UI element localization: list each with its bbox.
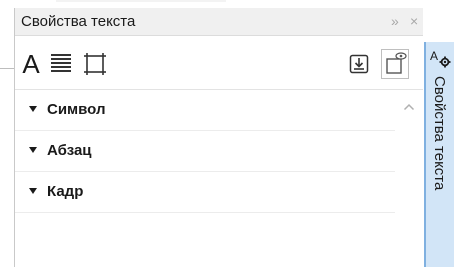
chevron-down-icon [29, 106, 37, 112]
paragraph-icon-graphic [51, 54, 71, 72]
background-edge [56, 0, 226, 2]
chevron-down-icon [29, 147, 37, 153]
svg-text:A: A [430, 49, 438, 63]
paragraph-icon[interactable] [49, 52, 73, 79]
chevron-up-icon-graphic [403, 103, 415, 111]
import-icon[interactable] [349, 54, 369, 79]
frame-icon-graphic [84, 53, 106, 75]
section-label: Абзац [47, 142, 92, 159]
background-edge [0, 68, 14, 69]
view-icon-graphic [386, 52, 407, 74]
docker-side-tab[interactable]: A Свойства текста [424, 42, 454, 267]
chevron-down-icon [29, 188, 37, 194]
section-symbol[interactable]: Символ [15, 90, 395, 131]
section-label: Кадр [47, 183, 84, 200]
character-icon[interactable]: A [17, 49, 45, 79]
view-icon[interactable] [381, 49, 409, 79]
frame-icon[interactable] [83, 52, 107, 81]
screen: Свойства текста » × A Символ Абзац Кадр … [0, 0, 454, 267]
side-tab-label: Свойства текста [431, 76, 448, 191]
chevron-up-icon[interactable] [403, 98, 415, 116]
text-properties-docker: Свойства текста » × A Символ Абзац Кадр [14, 8, 423, 267]
section-label: Символ [47, 101, 106, 118]
section-frame[interactable]: Кадр [15, 172, 395, 213]
section-paragraph[interactable]: Абзац [15, 131, 395, 172]
docker-toolbar: A [15, 36, 423, 90]
double-chevron-right-icon[interactable]: » [391, 12, 399, 30]
text-properties-icon-graphic: A [430, 49, 451, 68]
docker-title: Свойства текста [21, 13, 136, 30]
text-properties-icon: A [429, 48, 453, 70]
docker-titlebar: Свойства текста » × [15, 8, 423, 36]
close-icon[interactable]: × [410, 12, 418, 30]
section-list: Символ Абзац Кадр [15, 90, 423, 267]
import-icon-graphic [349, 54, 369, 74]
